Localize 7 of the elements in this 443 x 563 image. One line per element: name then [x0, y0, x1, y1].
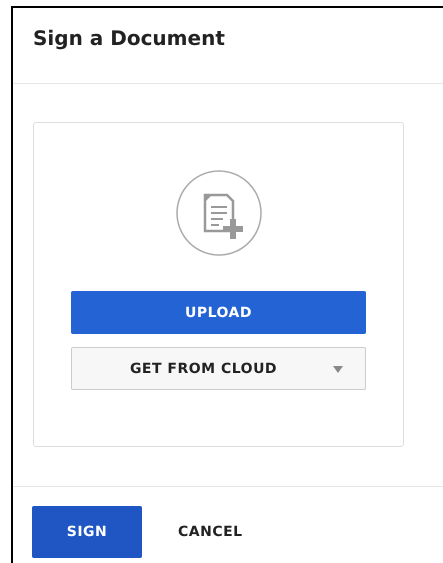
caret-icon [333, 366, 343, 373]
sign-button[interactable]: SIGN [32, 506, 142, 558]
dialog-title: Sign a Document [33, 26, 226, 50]
upload-button[interactable]: UPLOAD [71, 291, 366, 334]
cancel-button[interactable]: CANCEL [166, 506, 255, 558]
cloud-dropdown[interactable]: GET FROM CLOUD [71, 347, 366, 390]
add-document-icon [174, 169, 262, 257]
